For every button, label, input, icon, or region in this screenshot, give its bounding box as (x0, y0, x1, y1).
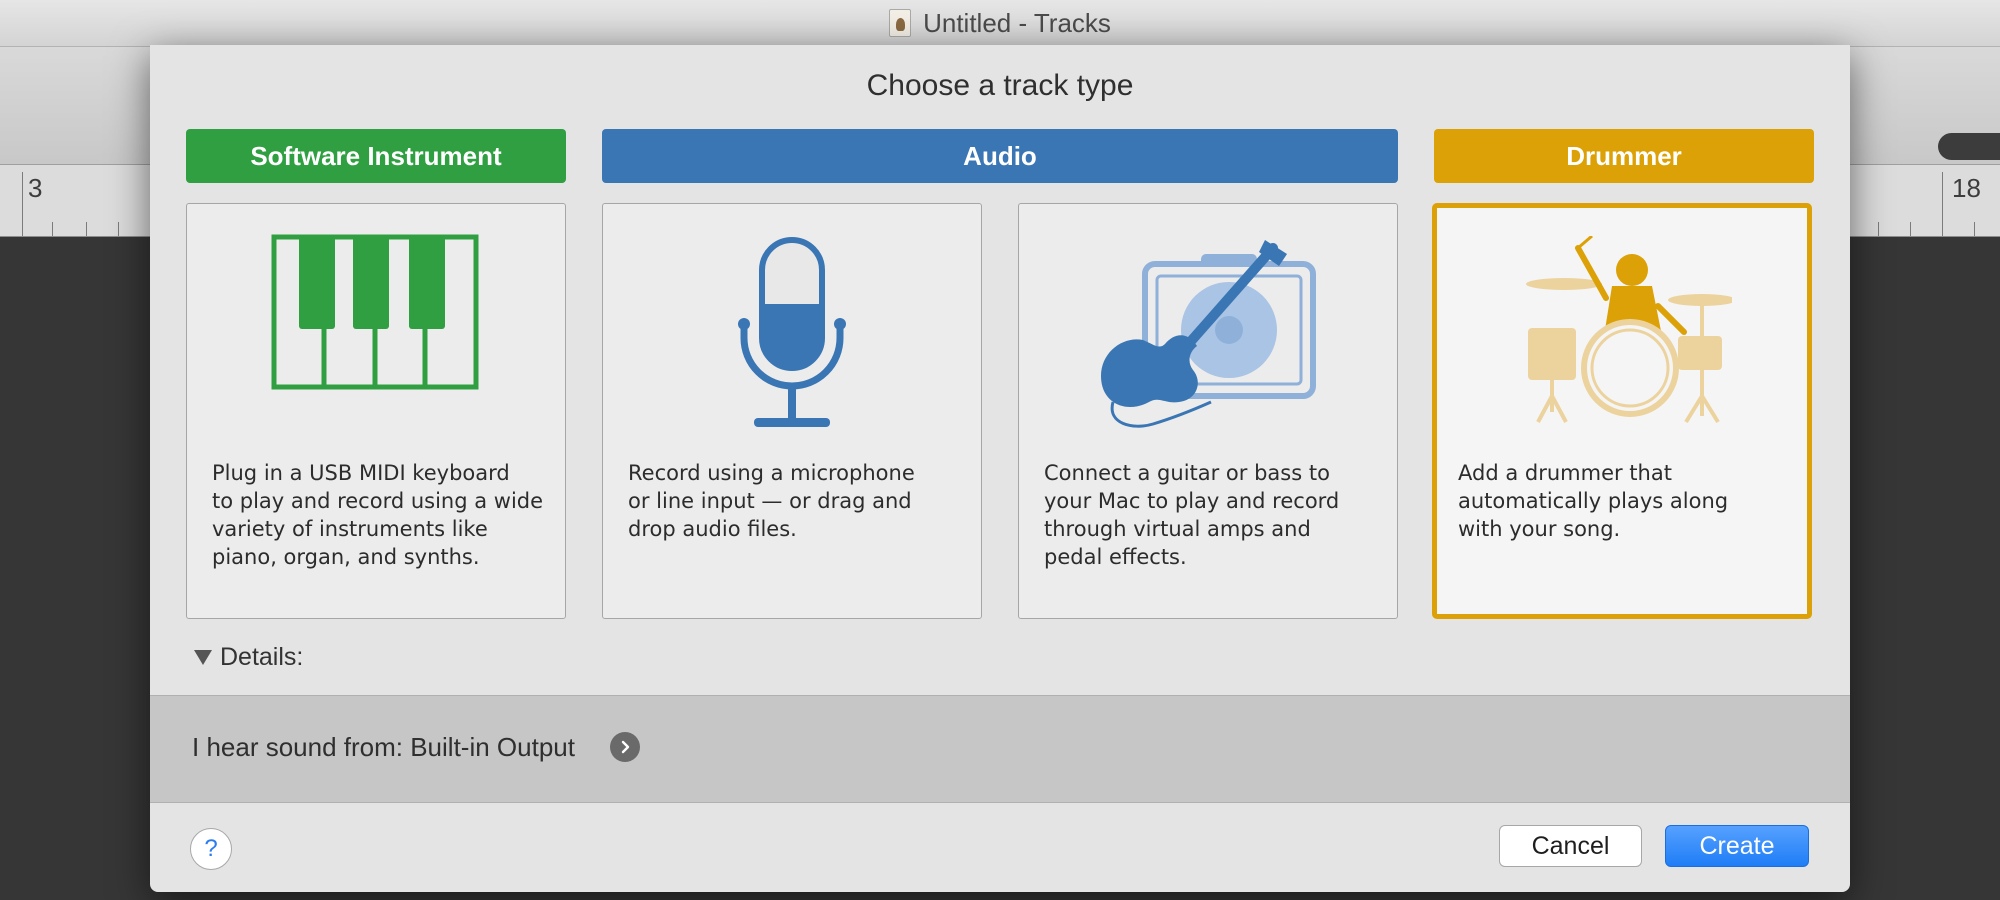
card-description: Connect a guitar or bass to your Mac to … (1044, 461, 1340, 569)
create-button[interactable]: Create (1665, 825, 1809, 867)
category-drummer: Drummer (1434, 129, 1814, 183)
dialog-title: Choose a track type (866, 69, 1134, 102)
track-type-drummer[interactable]: Add a drummer that automatically plays a… (1432, 203, 1812, 619)
arrow-right-icon[interactable] (610, 732, 640, 762)
piano-keys-icon (187, 234, 565, 434)
ruler-tick (22, 172, 23, 236)
ruler-tick (1974, 222, 1975, 236)
ruler-tick (86, 222, 87, 236)
details-disclosure[interactable]: Details: (194, 643, 303, 672)
category-software-instrument: Software Instrument (186, 129, 566, 183)
details-label: Details: (220, 643, 304, 671)
window-title: Untitled - Tracks (923, 7, 1111, 38)
ruler-tick (118, 222, 119, 236)
track-type-software-instrument[interactable]: Plug in a USB MIDI keyboard to play and … (186, 203, 566, 619)
title-group: Untitled - Tracks (889, 8, 1111, 39)
new-track-dialog: Choose a track type Software Instrument … (150, 45, 1850, 892)
document-icon (889, 9, 912, 37)
window-titlebar: Untitled - Tracks (0, 0, 2000, 47)
ruler-number-right: 18 (1952, 173, 1981, 203)
ruler-tick (1878, 222, 1879, 236)
guitar-amp-icon (1019, 234, 1397, 434)
ruler-number-left: 3 (28, 173, 43, 203)
output-label: I hear sound from: Built-in Output (192, 732, 575, 762)
track-type-microphone[interactable]: Record using a microphone or line input … (602, 203, 982, 619)
cancel-button[interactable]: Cancel (1499, 825, 1642, 867)
category-audio: Audio (602, 129, 1398, 183)
ruler-tick (1942, 172, 1943, 236)
disclosure-triangle-icon (194, 650, 212, 665)
scroll-handle[interactable] (1938, 133, 2000, 160)
help-button[interactable]: ? (190, 828, 232, 870)
microphone-icon (603, 234, 981, 434)
card-description: Plug in a USB MIDI keyboard to play and … (212, 461, 544, 569)
ruler-tick (1910, 222, 1911, 236)
track-type-guitar-bass[interactable]: Connect a guitar or bass to your Mac to … (1018, 203, 1398, 619)
card-description: Add a drummer that automatically plays a… (1458, 461, 1729, 541)
output-section: I hear sound from: Built-in Output (150, 695, 1850, 803)
card-description: Record using a microphone or line input … (628, 461, 915, 541)
drummer-icon (1437, 236, 1807, 436)
ruler-tick (52, 222, 53, 236)
